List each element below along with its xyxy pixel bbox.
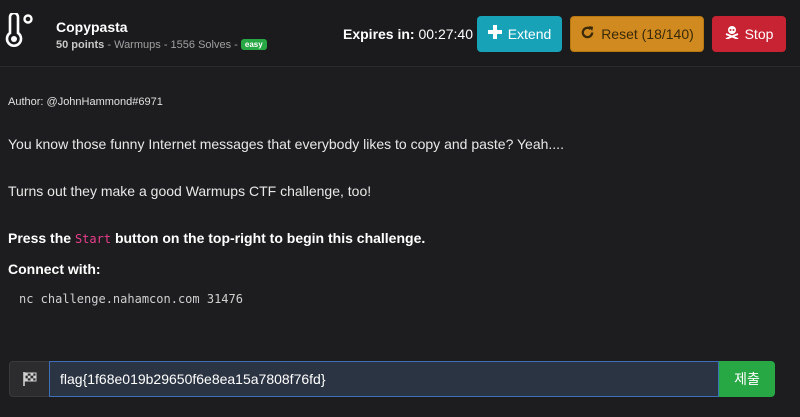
instruction-prefix: Press the: [8, 230, 75, 246]
challenge-header: Copypasta 50 points - Warmups - 1556 Sol…: [0, 0, 800, 67]
description-paragraph: You know those funny Internet messages t…: [8, 136, 564, 152]
start-instruction: Press the Start button on the top-right …: [8, 230, 425, 246]
stop-button[interactable]: Stop: [712, 16, 786, 52]
extend-button[interactable]: Extend: [477, 16, 562, 52]
expiry-value: 00:27:40: [418, 26, 473, 42]
refresh-icon: [580, 25, 595, 44]
skull-crossbones-icon: [725, 25, 739, 43]
expiry-label: Expires in:: [343, 26, 415, 42]
start-code: Start: [74, 232, 112, 246]
meta-separator: -: [163, 39, 171, 51]
checkered-flag-icon: [9, 361, 49, 397]
difficulty-badge: easy: [240, 39, 267, 50]
extend-label: Extend: [507, 26, 552, 42]
thermometer-icon: [5, 13, 33, 47]
meta-separator: -: [234, 39, 241, 51]
challenge-page: Copypasta 50 points - Warmups - 1556 Sol…: [0, 0, 800, 417]
description-paragraph: Turns out they make a good Warmups CTF c…: [8, 183, 372, 199]
plus-icon: [487, 25, 502, 43]
flag-input[interactable]: [49, 361, 719, 397]
challenge-meta: 50 points - Warmups - 1556 Solves - easy: [56, 39, 267, 51]
challenge-solves: 1556 Solves: [170, 39, 232, 51]
challenge-points: 50 points: [56, 39, 105, 51]
stop-label: Stop: [744, 26, 774, 42]
connect-label: Connect with:: [8, 261, 101, 277]
challenge-category: Warmups: [114, 39, 161, 51]
reset-button[interactable]: Reset (18/140): [570, 16, 704, 52]
reset-label: Reset (18/140): [601, 26, 694, 42]
instruction-suffix: button on the top-right to begin this ch…: [111, 230, 426, 246]
challenge-title: Copypasta: [56, 19, 128, 35]
submit-flag-button[interactable]: 제출: [719, 361, 775, 397]
author-line: Author: @JohnHammond#6971: [8, 96, 163, 108]
connect-command: nc challenge.nahamcon.com 31476: [19, 292, 243, 306]
flag-submission-form: 제출: [9, 361, 775, 397]
expiry-timer: Expires in: 00:27:40: [343, 26, 473, 42]
